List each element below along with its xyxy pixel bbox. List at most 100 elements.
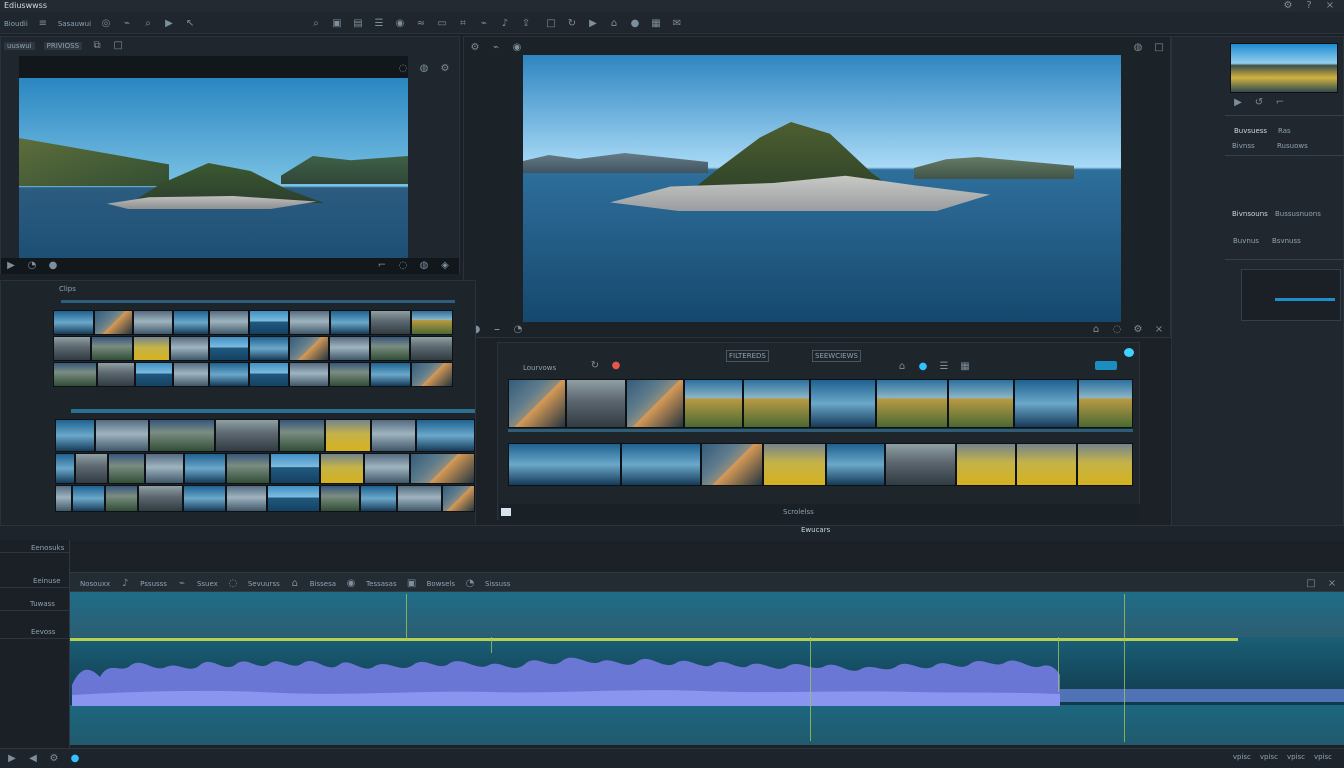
- mark-out-icon[interactable]: ◔: [512, 324, 524, 336]
- lock-icon[interactable]: ⌂: [608, 18, 620, 30]
- marker-icon[interactable]: ⌐: [1274, 97, 1286, 109]
- search-icon[interactable]: ⌕: [310, 18, 322, 30]
- clip-strip-top: [508, 379, 1133, 431]
- close-icon[interactable]: ×: [1324, 0, 1336, 12]
- play-icon[interactable]: ▶: [6, 753, 18, 765]
- pointer-icon[interactable]: ↖: [184, 18, 196, 30]
- tool-icon[interactable]: ◌: [397, 260, 409, 272]
- track-header: Nosouxx ♪ Pssusss ⌁ Ssuex ◌ Sevuurss ⌂ B…: [70, 572, 1344, 592]
- clip-grid-bottom: [55, 419, 475, 514]
- help-icon[interactable]: ?: [1303, 0, 1315, 12]
- search-view-button[interactable]: SEEWCIEWS: [812, 350, 861, 362]
- clip-preview: [1230, 43, 1338, 93]
- fit-icon[interactable]: ◍: [418, 63, 430, 75]
- sync-icon[interactable]: ↻: [566, 18, 578, 30]
- copy-icon[interactable]: ⧉: [91, 40, 103, 52]
- clip-grid-top: [53, 310, 453, 409]
- record-icon[interactable]: ●: [47, 260, 59, 272]
- settings-icon[interactable]: ⚙: [1282, 0, 1294, 12]
- source-tab[interactable]: PRIVIOSS: [43, 42, 83, 50]
- close-icon[interactable]: ×: [1326, 578, 1338, 590]
- close-icon[interactable]: ×: [1153, 324, 1165, 336]
- mark-icon[interactable]: ◈: [439, 260, 451, 272]
- play-icon[interactable]: ▶: [587, 18, 599, 30]
- fit-icon[interactable]: ◌: [1111, 324, 1123, 336]
- back-icon[interactable]: ◀: [27, 753, 39, 765]
- window-icon[interactable]: □: [112, 40, 124, 52]
- footer-label: vpisc: [1232, 753, 1251, 761]
- volume-icon[interactable]: ◔: [26, 260, 38, 272]
- info-icon[interactable]: ●: [69, 753, 81, 765]
- settings-icon[interactable]: ⚙: [1132, 324, 1144, 336]
- grid-icon[interactable]: ▦: [650, 18, 662, 30]
- menu-icon[interactable]: ≡: [37, 18, 49, 30]
- lock-icon[interactable]: ⌂: [1090, 324, 1102, 336]
- square-icon[interactable]: □: [545, 18, 557, 30]
- mail-icon[interactable]: ✉: [671, 18, 683, 30]
- record-icon[interactable]: ●: [629, 18, 641, 30]
- cut-marker: [406, 594, 407, 640]
- marker-icon[interactable]: ◉: [394, 18, 406, 30]
- crop-icon[interactable]: ▣: [406, 578, 418, 590]
- refresh-icon[interactable]: ↻: [589, 360, 601, 372]
- viewer-top-bar: [19, 56, 408, 78]
- audio-icon[interactable]: ♪: [499, 18, 511, 30]
- lock-icon[interactable]: ◍: [418, 260, 430, 272]
- expand-icon[interactable]: □: [1305, 578, 1317, 590]
- grid-icon[interactable]: ▦: [959, 361, 971, 373]
- settings-icon[interactable]: ⚙: [48, 753, 60, 765]
- monitor-icon[interactable]: ▭: [436, 18, 448, 30]
- audio-icon[interactable]: ♪: [119, 578, 131, 590]
- link-icon[interactable]: ⌁: [490, 42, 502, 54]
- link-icon[interactable]: ⌁: [121, 18, 133, 30]
- eye-icon[interactable]: ◔: [464, 578, 476, 590]
- list-icon[interactable]: ☰: [373, 18, 385, 30]
- snap-icon[interactable]: ⌂: [896, 361, 908, 373]
- play-icon[interactable]: ▶: [163, 18, 175, 30]
- settings-icon[interactable]: ⚙: [439, 63, 451, 75]
- timeline-label: Eenosuks: [31, 544, 65, 552]
- source-tab[interactable]: uuswui: [4, 42, 35, 50]
- layer-icon[interactable]: ▤: [352, 18, 364, 30]
- play-icon[interactable]: ▶: [5, 260, 17, 272]
- clip-count-indicator: [501, 508, 511, 516]
- video-track[interactable]: [70, 592, 1344, 637]
- app-title: Ediuswwss: [4, 1, 48, 10]
- window-icon[interactable]: □: [1153, 42, 1165, 54]
- wave-icon[interactable]: ≈: [415, 18, 427, 30]
- mute-icon[interactable]: ◌: [227, 578, 239, 590]
- marker-icon[interactable]: ⌐: [376, 260, 388, 272]
- zoom-icon[interactable]: ◍: [1132, 42, 1144, 54]
- crop-icon[interactable]: ▣: [331, 18, 343, 30]
- view-toggle[interactable]: [1095, 361, 1117, 370]
- mark-in-icon[interactable]: ⎯: [491, 324, 503, 336]
- lock-icon[interactable]: ⌂: [289, 578, 301, 590]
- cut-marker: [1124, 594, 1125, 742]
- crop-icon[interactable]: ⌗: [457, 18, 469, 30]
- audio-track-lower[interactable]: [70, 705, 1344, 745]
- camera-icon[interactable]: ◉: [511, 42, 523, 54]
- export-icon[interactable]: ⇪: [520, 18, 532, 30]
- zoom-icon[interactable]: ◌: [397, 63, 409, 75]
- menu-item[interactable]: Bioudii: [4, 20, 28, 28]
- list-icon[interactable]: ☰: [938, 361, 950, 373]
- parameter-block: [1241, 269, 1341, 321]
- timeline-label: Eevoss: [31, 628, 56, 636]
- tool-icon[interactable]: ◎: [100, 18, 112, 30]
- link-icon[interactable]: ⌁: [478, 18, 490, 30]
- loop-icon[interactable]: ↺: [1253, 97, 1265, 109]
- menu-item[interactable]: Sasauwui: [58, 20, 91, 28]
- footer-label: vpisc: [1286, 753, 1305, 761]
- settings-icon[interactable]: ⚙: [469, 42, 481, 54]
- timeline-label: Tuwass: [30, 600, 55, 608]
- clip-browser-left: Clips: [0, 280, 476, 526]
- info-icon[interactable]: ●: [917, 361, 929, 373]
- track-label: Bowsels: [426, 580, 455, 588]
- warning-icon[interactable]: ●: [610, 360, 622, 372]
- link-icon[interactable]: ⌁: [176, 578, 188, 590]
- marker-icon[interactable]: ◉: [345, 578, 357, 590]
- cut-marker: [1058, 637, 1059, 692]
- play-icon[interactable]: ▶: [1232, 97, 1244, 109]
- search-icon[interactable]: ⌕: [142, 18, 154, 30]
- filter-button[interactable]: FILTEREDS: [726, 350, 769, 362]
